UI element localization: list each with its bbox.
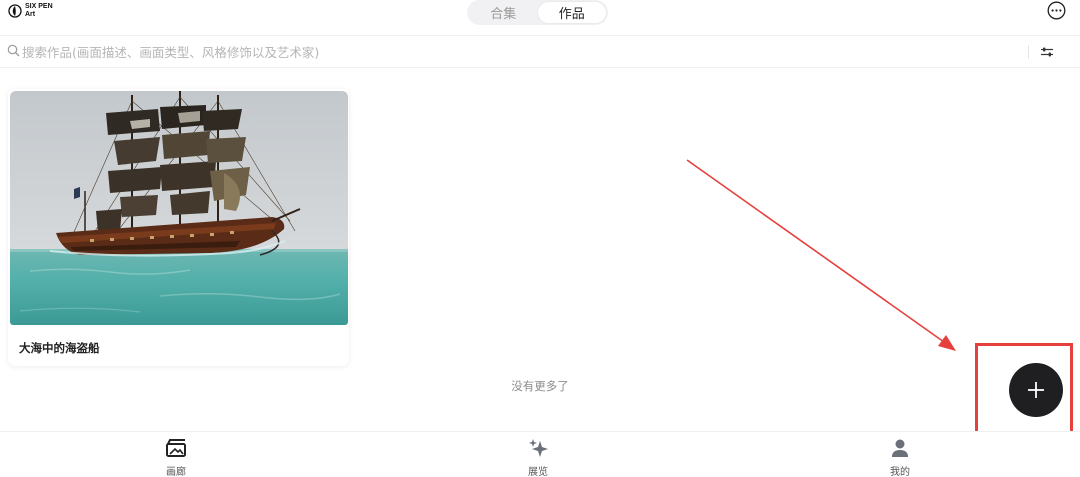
logo-line2: Art bbox=[25, 11, 36, 18]
plus-icon bbox=[1028, 382, 1044, 398]
nav-item-gallery[interactable]: 画廊 bbox=[136, 438, 216, 477]
gallery-icon bbox=[166, 439, 186, 457]
nav-label-me: 我的 bbox=[890, 467, 910, 477]
artwork-card[interactable]: 大海中的海盗船 bbox=[8, 89, 349, 366]
tab-collections[interactable]: 合集 bbox=[469, 2, 538, 23]
search-input[interactable] bbox=[22, 42, 722, 62]
divider bbox=[1028, 45, 1029, 59]
view-switch: 合集 作品 bbox=[467, 0, 608, 25]
sparkle-icon bbox=[529, 439, 548, 457]
more-options-icon[interactable] bbox=[1047, 1, 1066, 20]
create-artwork-button[interactable] bbox=[1009, 363, 1063, 417]
nav-label-gallery: 画廊 bbox=[166, 467, 186, 477]
nav-item-me[interactable]: 我的 bbox=[860, 438, 940, 477]
app-logo[interactable]: SIX PEN Art bbox=[8, 3, 53, 19]
artwork-title: 大海中的海盗船 bbox=[19, 341, 100, 355]
top-bar: SIX PEN Art 合集 作品 bbox=[0, 0, 1080, 36]
nav-label-exhibition: 展览 bbox=[528, 467, 548, 477]
user-icon bbox=[892, 439, 908, 457]
search-icon bbox=[7, 44, 20, 57]
search-bar bbox=[0, 36, 1080, 68]
pen-logo-icon bbox=[8, 4, 22, 18]
bottom-navigation: 画廊 展览 我的 bbox=[0, 431, 1080, 477]
logo-line1: SIX PEN bbox=[25, 3, 53, 10]
logo-text: SIX PEN Art bbox=[25, 3, 53, 19]
tab-works[interactable]: 作品 bbox=[537, 2, 606, 23]
end-of-list-text: 没有更多了 bbox=[511, 379, 569, 393]
filter-sliders-icon[interactable] bbox=[1040, 46, 1054, 58]
nav-item-exhibition[interactable]: 展览 bbox=[498, 438, 578, 477]
artwork-image[interactable] bbox=[10, 91, 348, 325]
pirate-ship-image bbox=[10, 91, 348, 325]
